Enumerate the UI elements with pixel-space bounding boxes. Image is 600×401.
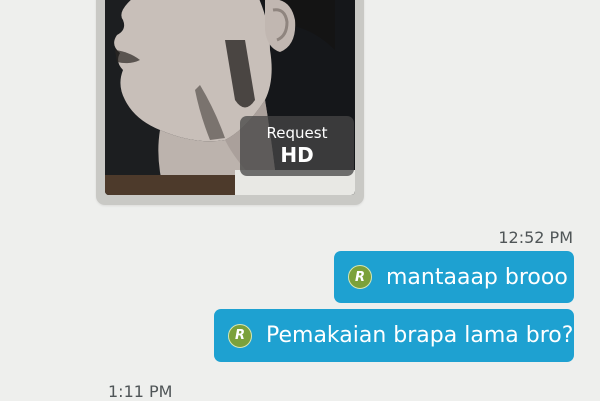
hd-label: HD: [280, 143, 314, 167]
timestamp-outgoing: 12:52 PM: [498, 228, 573, 247]
message-bubble-outgoing[interactable]: R mantaaap brooo: [334, 251, 574, 303]
read-status-icon: R: [348, 265, 372, 289]
request-hd-button[interactable]: Request HD: [240, 116, 354, 176]
message-bubble-outgoing[interactable]: R Pemakaian brapa lama bro?: [214, 309, 574, 362]
message-text: mantaaap brooo: [386, 264, 568, 290]
request-hd-label: Request: [266, 124, 328, 142]
photo-thumbnail[interactable]: Request HD: [105, 0, 355, 195]
photo-message[interactable]: Request HD: [96, 0, 364, 205]
message-text: Pemakaian brapa lama bro?: [266, 323, 574, 348]
timestamp-next: 1:11 PM: [108, 382, 173, 401]
read-status-icon: R: [228, 323, 252, 348]
